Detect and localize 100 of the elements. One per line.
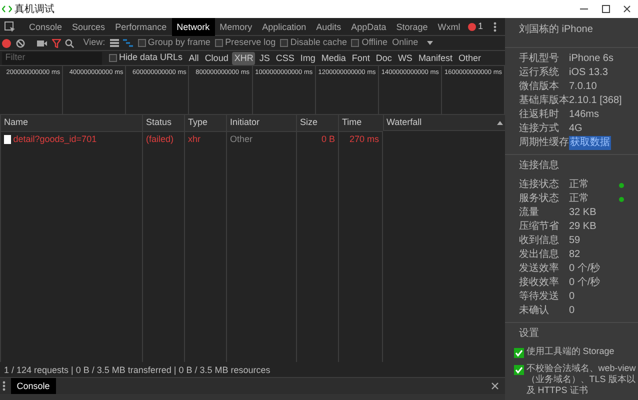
info-label: 接收效率 (519, 276, 560, 290)
devtools-tab[interactable]: Application (257, 18, 312, 36)
info-value: 正常 (569, 178, 589, 192)
info-label: 运行系统 (519, 66, 560, 80)
type-filter[interactable]: All (186, 52, 201, 64)
maximize-icon[interactable] (602, 5, 610, 13)
info-label: 收到信息 (519, 234, 560, 248)
info-value: 0 (569, 304, 575, 318)
devtools-tab[interactable]: AppData (346, 18, 392, 36)
info-label: 流量 (519, 206, 540, 220)
window-title: 真机调试 (14, 2, 54, 16)
type-filter[interactable]: Other (456, 52, 483, 64)
throttling-dropdown[interactable]: Online (392, 36, 434, 50)
waterfall-icon[interactable] (123, 39, 134, 47)
table-cell: Other (226, 131, 296, 147)
error-count-text: 1 (478, 20, 483, 33)
clear-icon[interactable] (16, 38, 25, 48)
devtools-tab[interactable]: Sources (67, 18, 110, 36)
column-header[interactable]: Type (184, 115, 226, 131)
type-filter[interactable]: Cloud (202, 52, 230, 64)
column-header[interactable]: Status (142, 115, 184, 131)
column-header[interactable]: Size (296, 115, 338, 131)
info-value: 29 KB (569, 220, 596, 234)
cache-link[interactable]: 获取数据 (569, 136, 611, 150)
info-value: 2.10.1 [368] (569, 94, 622, 108)
type-filter[interactable]: Font (350, 52, 372, 64)
code-icon (2, 5, 12, 13)
request-name[interactable]: detail?goods_id=701 (13, 132, 97, 146)
type-filter[interactable]: WS (396, 52, 414, 64)
more-icon[interactable] (2, 381, 6, 391)
type-filter[interactable]: XHR (232, 52, 256, 64)
info-value: 59 (569, 234, 580, 248)
checkbox[interactable] (108, 54, 117, 62)
more-icon[interactable] (493, 22, 497, 32)
column-header[interactable]: Initiator (226, 115, 296, 131)
close-icon[interactable] (490, 382, 499, 390)
info-value: 32 KB (569, 206, 596, 220)
type-filter[interactable]: Doc (374, 52, 394, 64)
type-filter[interactable]: Manifest (416, 52, 454, 64)
devtools-tab[interactable]: Audits (311, 18, 346, 36)
checkbox-label: Hide data URLs (119, 51, 183, 64)
checkbox-label: Preserve log (225, 36, 276, 50)
filter-field[interactable]: Filter (2, 52, 102, 64)
info-value: 4G (569, 122, 582, 136)
drawer-tab[interactable]: Console (10, 378, 56, 394)
device-name: 刘国栋的 iPhone (518, 23, 594, 37)
info-label: 等待发送 (519, 290, 560, 304)
devtools-tab[interactable]: Network (172, 18, 215, 36)
column-header[interactable]: Time (338, 115, 382, 131)
checkbox[interactable] (514, 365, 524, 375)
devtools-tab[interactable]: Console (24, 18, 68, 36)
table-cell: 270 ms (338, 131, 382, 147)
info-value: 正常 (569, 192, 589, 206)
error-icon (468, 22, 476, 30)
checkbox[interactable] (280, 39, 288, 47)
info-label: 发出信息 (519, 248, 560, 262)
devtools-tab[interactable]: Storage (391, 18, 433, 36)
info-value: 7.0.10 (569, 80, 597, 94)
column-header[interactable]: Name (0, 115, 142, 131)
info-value: 146ms (569, 108, 600, 122)
devtools-tab[interactable]: Wxml (432, 18, 466, 36)
type-filter[interactable]: CSS (274, 52, 296, 64)
info-value: 82 (569, 248, 580, 262)
caret-icon (427, 41, 434, 45)
info-label: 发送效率 (519, 262, 560, 276)
file-icon (4, 134, 11, 144)
inspect-icon[interactable] (4, 20, 16, 32)
column-header[interactable]: Waterfall (382, 115, 506, 131)
setting-label: 不校验合法域名、web-view（业务域名）、TLS 版本以及 HTTPS 证书 (526, 363, 636, 396)
section-title: 设置 (518, 327, 540, 341)
info-label: 手机型号 (519, 52, 560, 66)
close-icon[interactable] (623, 5, 632, 13)
info-label: 基础库版本 (519, 94, 569, 108)
camera-icon[interactable] (37, 40, 48, 46)
info-label: 周期性缓存 (519, 136, 569, 150)
type-filter[interactable]: JS (257, 52, 272, 64)
checkbox[interactable] (351, 39, 360, 47)
view-label: View: (83, 36, 106, 50)
devtools-tab[interactable]: Performance (110, 18, 172, 36)
checkbox[interactable] (214, 39, 223, 47)
search-icon[interactable] (65, 38, 74, 48)
info-value: 0 (569, 290, 575, 304)
table-cell: xhr (184, 131, 226, 147)
info-label: 往返耗时 (519, 108, 560, 122)
info-value: 0 个/秒 (569, 262, 600, 276)
record-icon[interactable] (2, 38, 12, 48)
type-filter[interactable]: Media (319, 52, 348, 64)
checkbox[interactable] (514, 348, 524, 358)
checkbox-label: Offline (362, 36, 388, 50)
table-cell: (failed) (142, 131, 184, 147)
section-title: 连接信息 (518, 159, 560, 173)
list-icon[interactable] (110, 39, 119, 47)
table-cell: 0 B (296, 131, 338, 147)
info-label: 连接状态 (519, 178, 560, 192)
info-value: iPhone 6s (569, 52, 614, 66)
info-label: 压缩节省 (519, 220, 560, 234)
devtools-tab[interactable]: Memory (214, 18, 258, 36)
filter-icon[interactable] (52, 38, 61, 48)
checkbox[interactable] (138, 39, 146, 47)
type-filter[interactable]: Img (298, 52, 318, 64)
